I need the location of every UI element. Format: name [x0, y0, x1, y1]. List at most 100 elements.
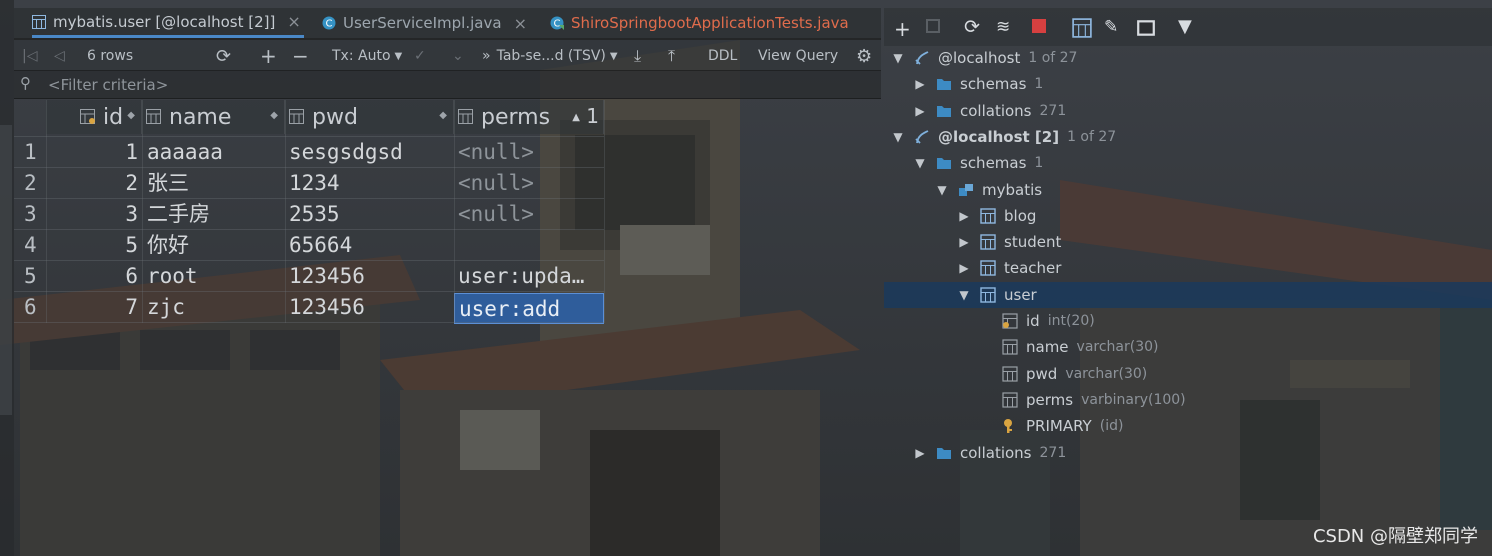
tree-node-pwd[interactable]: pwd varchar(30) [884, 361, 1492, 387]
prev-page-icon[interactable]: ◁ [54, 46, 65, 66]
cell-perms[interactable]: user:upda… [458, 261, 604, 292]
expand-arrow-right-icon[interactable]: ▶ [958, 209, 970, 223]
tab-mybatis-user[interactable]: mybatis.user [@localhost [2]] × [32, 8, 304, 38]
column-header-pwd[interactable]: pwd ◆ [285, 100, 454, 134]
sort-icon[interactable]: ◆ [127, 110, 135, 121]
stop-icon[interactable] [1032, 19, 1046, 33]
sort-icon[interactable]: ◆ [439, 110, 447, 121]
tab-label: ShiroSpringbootApplicationTests.java [571, 14, 849, 32]
cell-id[interactable]: 6 [46, 261, 138, 292]
filter-bar: ⚲ [14, 70, 881, 99]
vertical-scrollbar[interactable] [0, 125, 12, 415]
tab-shiro-tests[interactable]: C ShiroSpringbootApplicationTests.java [550, 8, 880, 38]
cell-perms[interactable]: <null> [458, 199, 604, 230]
refresh-icon[interactable]: ⟳ [216, 46, 231, 67]
upload-icon[interactable]: ⤒ [668, 46, 675, 66]
tree-node-perms[interactable]: perms varbinary(100) [884, 387, 1492, 413]
tree-node-user[interactable]: ▼ user [884, 281, 1492, 308]
cell-pwd[interactable]: 65664 [289, 230, 451, 261]
tree-node-mybatis[interactable]: ▼ mybatis [884, 177, 1492, 203]
row-count: 6 rows [87, 48, 134, 64]
rollback-icon[interactable]: ⌄ [452, 46, 464, 66]
sort-order[interactable]: ▲ 1 [572, 104, 599, 128]
table-icon[interactable] [1072, 18, 1092, 38]
cell-perms[interactable] [458, 230, 604, 261]
cell-perms[interactable]: <null> [458, 137, 604, 168]
duplicate-icon[interactable] [926, 19, 940, 33]
column-icon [458, 108, 473, 124]
tree-node-blog[interactable]: ▶ blog [884, 203, 1492, 229]
gear-icon[interactable]: ⚙ [856, 46, 872, 67]
table-icon [970, 208, 1004, 224]
tree-node-collations[interactable]: ▶ collations 271 [884, 98, 1492, 124]
tree-node-name[interactable]: name varchar(30) [884, 334, 1492, 360]
first-page-icon[interactable]: |◁ [22, 46, 37, 66]
export-format-select[interactable]: » Tab-se...d (TSV) ▼ [482, 46, 618, 66]
ddl-button[interactable]: DDL [708, 46, 737, 66]
expand-arrow-right-icon[interactable]: ▶ [914, 104, 926, 118]
tree-node-id[interactable]: id int(20) [884, 308, 1492, 334]
cell-perms-selected[interactable]: user:add [454, 293, 604, 324]
tree-node-schemas[interactable]: ▼ schemas 1 [884, 150, 1492, 176]
cell-name[interactable]: root [147, 261, 281, 292]
tree-node-schemas[interactable]: ▶ schemas 1 [884, 71, 1492, 97]
tree-node-localhost-2[interactable]: ▼ @localhost [2] 1 of 27 [884, 124, 1492, 150]
expand-arrow-down-icon[interactable]: ▼ [914, 156, 926, 170]
cell-pwd[interactable]: 123456 [289, 261, 451, 292]
cell-perms[interactable]: <null> [458, 168, 604, 199]
console-icon[interactable] [1136, 18, 1156, 38]
expand-arrow-right-icon[interactable]: ▶ [958, 235, 970, 249]
cell-name[interactable]: 你好 [147, 230, 281, 261]
expand-arrow-down-icon[interactable]: ▼ [892, 51, 904, 65]
tree-node-localhost[interactable]: ▼ @localhost 1 of 27 [884, 45, 1492, 71]
cell-name[interactable]: zjc [147, 292, 281, 323]
tree-node-collations[interactable]: ▶ collations 271 [884, 440, 1492, 466]
edit-icon[interactable]: ✎ [1104, 17, 1124, 37]
chevron-down-icon: ▼ [609, 50, 618, 62]
tree-node-detail: varchar(30) [1065, 365, 1148, 382]
tree-node-primary[interactable]: PRIMARY (id) [884, 413, 1492, 439]
column-header-id[interactable]: id ◆ [46, 100, 142, 134]
tree-node-detail: varchar(30) [1076, 339, 1159, 356]
filter-input[interactable] [46, 74, 850, 96]
transaction-mode-select[interactable]: Tx: Auto ▼ [332, 46, 402, 66]
tab-userserviceimpl[interactable]: C UserServiceImpl.java × [322, 8, 532, 38]
delete-row-icon[interactable]: − [292, 44, 309, 68]
expand-arrow-right-icon[interactable]: ▶ [914, 77, 926, 91]
add-icon[interactable]: + [894, 17, 914, 41]
cell-name[interactable]: 张三 [147, 168, 281, 199]
expand-arrow-down-icon[interactable]: ▼ [958, 288, 970, 302]
filter-icon[interactable]: ▼ [1178, 16, 1198, 37]
cell-pwd[interactable]: 123456 [289, 292, 451, 323]
search-icon: ⚲ [20, 74, 31, 92]
view-query-button[interactable]: View Query [758, 46, 838, 66]
commit-icon[interactable]: ✓ [414, 46, 426, 66]
sort-ascending-icon: ▲ [572, 112, 580, 123]
tree-node-student[interactable]: ▶ student [884, 229, 1492, 255]
expand-arrow-right-icon[interactable]: ▶ [914, 446, 926, 460]
cell-id[interactable]: 7 [46, 292, 138, 323]
expand-arrow-down-icon[interactable]: ▼ [936, 183, 948, 197]
cell-id[interactable]: 1 [46, 137, 138, 168]
cell-id[interactable]: 3 [46, 199, 138, 230]
expand-arrow-right-icon[interactable]: ▶ [958, 261, 970, 275]
cell-pwd[interactable]: 2535 [289, 199, 451, 230]
cell-id[interactable]: 2 [46, 168, 138, 199]
add-row-icon[interactable]: + [260, 44, 277, 68]
cell-id[interactable]: 5 [46, 230, 138, 261]
close-icon[interactable]: × [514, 14, 527, 33]
close-icon[interactable]: × [287, 12, 300, 31]
folder-icon [926, 155, 960, 171]
cell-name[interactable]: 二手房 [147, 199, 281, 230]
column-header-perms[interactable]: perms ▲ 1 [454, 100, 604, 134]
expand-arrow-down-icon[interactable]: ▼ [892, 130, 904, 144]
cell-pwd[interactable]: 1234 [289, 168, 451, 199]
sort-icon[interactable]: ◆ [270, 110, 278, 121]
properties-icon[interactable]: ≋ [996, 17, 1016, 37]
tree-node-teacher[interactable]: ▶ teacher [884, 255, 1492, 281]
download-icon[interactable]: ⤓ [634, 46, 641, 66]
cell-pwd[interactable]: sesgsdgsd [289, 137, 451, 168]
cell-name[interactable]: aaaaaa [147, 137, 281, 168]
refresh-icon[interactable]: ⟳ [964, 16, 984, 38]
column-header-name[interactable]: name ◆ [142, 100, 285, 134]
